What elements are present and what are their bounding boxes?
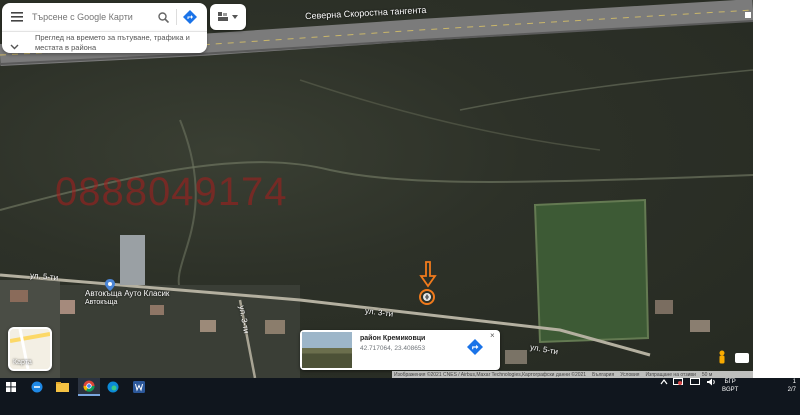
poi-title: Автокъща Ауто Класик	[85, 289, 170, 298]
place-coordinates: 42.717064, 23.408653	[360, 345, 426, 352]
zoom-control[interactable]	[735, 353, 749, 363]
monitor-icon[interactable]	[673, 378, 683, 388]
arrow-down-icon	[419, 261, 437, 305]
layers-icon	[218, 12, 228, 21]
file-explorer-icon[interactable]	[55, 378, 69, 396]
apps-icon[interactable]	[745, 12, 751, 18]
country-link[interactable]: България	[592, 372, 614, 378]
terms-link[interactable]: Условия	[620, 372, 639, 378]
search-icon[interactable]	[152, 6, 174, 28]
input-language-indicator[interactable]: БГР BGPT	[722, 378, 738, 394]
clock-date: 2/7	[787, 387, 796, 393]
place-title: район Кремиковци	[360, 335, 426, 342]
pegman-icon[interactable]	[718, 350, 726, 369]
directions-icon[interactable]	[467, 339, 483, 360]
volume-icon[interactable]	[707, 378, 717, 388]
location-marker[interactable]	[418, 260, 438, 315]
clock[interactable]: 1 2/7	[768, 378, 796, 394]
feedback-link[interactable]: Изпращане на отзиви	[645, 372, 695, 378]
poi-subtitle: Автокъща	[85, 299, 118, 306]
chevron-down-icon[interactable]	[10, 37, 19, 55]
blank-side-area	[753, 0, 800, 378]
chevron-up-icon[interactable]	[660, 378, 668, 388]
map-canvas[interactable]: 0888049174 Северна Скоростна тангента ул…	[0, 0, 753, 378]
search-bar	[2, 3, 207, 31]
menu-icon[interactable]	[2, 3, 32, 31]
layers-button[interactable]	[210, 4, 246, 30]
edge-legacy-icon[interactable]	[30, 378, 44, 396]
map-type-label: Карта	[13, 359, 32, 366]
place-card[interactable]: район Кремиковци 42.717064, 23.408653 ×	[300, 330, 500, 370]
attribution-bar: Изображения ©2021 CNES / Airbus,Maxar Te…	[392, 371, 753, 378]
travel-time-panel[interactable]: Преглед на времето за пътуване, трафика …	[2, 31, 207, 53]
windows-start-icon[interactable]	[4, 378, 18, 396]
clock-time: 1	[792, 379, 796, 385]
travel-time-text: Преглед на времето за пътуване, трафика …	[35, 33, 190, 52]
language-code: БГР	[724, 379, 736, 385]
network-icon[interactable]	[690, 378, 700, 388]
word-icon[interactable]	[131, 378, 147, 396]
phone-watermark: 0888049174	[55, 170, 288, 214]
keyboard-layout: BGPT	[722, 387, 739, 393]
close-icon[interactable]: ×	[490, 331, 495, 340]
edge-icon[interactable]	[106, 378, 120, 396]
imagery-credit: Изображения ©2021 CNES / Airbus,Maxar Te…	[394, 371, 587, 378]
search-input[interactable]	[32, 12, 152, 22]
directions-icon[interactable]	[179, 6, 201, 28]
windows-taskbar: БГР BGPT 1 2/7	[0, 378, 800, 415]
place-thumbnail[interactable]	[302, 332, 352, 368]
map-type-toggle[interactable]: Карта	[8, 327, 52, 371]
chevron-down-icon	[232, 15, 238, 19]
chrome-icon[interactable]	[78, 378, 100, 396]
scale-label: 50 м	[701, 371, 713, 378]
poi-car-dealer[interactable]: Автокъща Ауто Класик Автокъща	[85, 278, 169, 306]
